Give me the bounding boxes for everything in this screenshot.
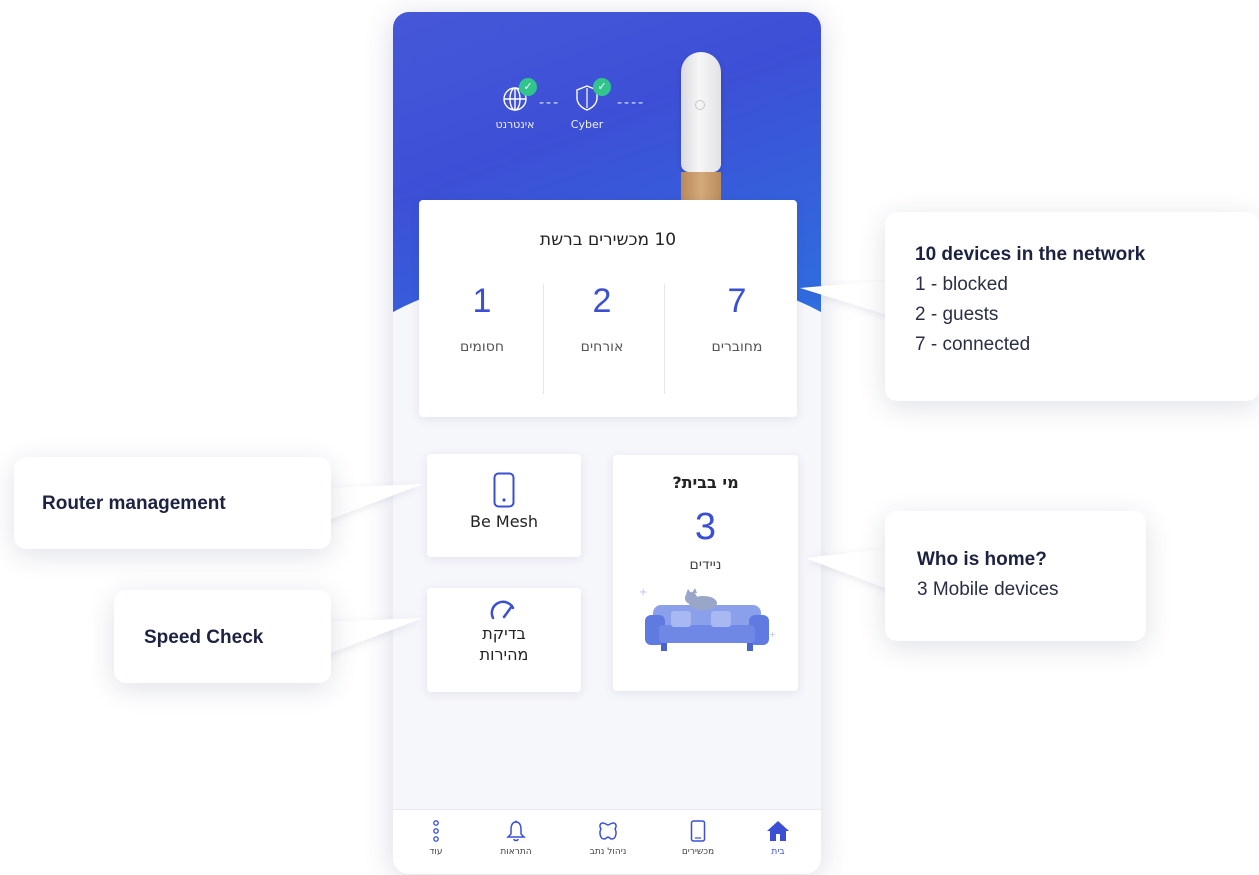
callout-network-line: 7 - connected	[915, 334, 1031, 355]
svg-text:+: +	[769, 630, 776, 639]
tab-more[interactable]: עוד	[401, 820, 471, 857]
callout-pointer	[318, 484, 423, 524]
guests-count: 2	[592, 282, 612, 320]
callout-speed-check: Speed Check	[114, 590, 331, 683]
connection-status: ✓ אינטרנט --- ✓ Cyber ----	[489, 78, 669, 154]
tab-home[interactable]: בית	[743, 820, 813, 857]
connector-dashes: ---	[539, 95, 561, 111]
callout-network-title: 10 devices in the network	[915, 244, 1146, 265]
router-icon	[599, 822, 617, 840]
callout-pointer	[805, 548, 890, 590]
mobile-label: ניידים	[689, 557, 722, 573]
callout-router-management: Router management	[14, 457, 331, 549]
stat-guests[interactable]: 2 אורחים	[542, 282, 662, 402]
svg-text:+: +	[639, 587, 647, 598]
phone-icon	[690, 820, 706, 842]
stat-connected[interactable]: 7 מחוברים	[677, 282, 797, 402]
check-icon: ✓	[519, 78, 537, 96]
callout-home-title: Who is home?	[917, 549, 1047, 570]
tab-router-label: ניהול נתב	[589, 847, 627, 857]
check-icon: ✓	[593, 78, 611, 96]
connector-dashes: ----	[617, 95, 646, 111]
speed-check-tile[interactable]: בדיקת מהירות	[427, 588, 581, 692]
tab-devices[interactable]: מכשירים	[663, 820, 733, 857]
internet-status[interactable]: ✓ אינטרנט	[489, 78, 541, 131]
speed-label-line2: מהירות	[479, 645, 529, 664]
divider	[543, 284, 544, 394]
callout-network-line: 2 - guests	[915, 304, 999, 325]
cyber-label: Cyber	[570, 118, 604, 131]
tab-more-label: עוד	[429, 847, 443, 857]
connected-label: מחוברים	[711, 339, 763, 355]
stat-blocked[interactable]: 1 חסומים	[422, 282, 542, 402]
tab-alerts-label: התראות	[500, 847, 532, 857]
blocked-label: חסומים	[460, 339, 504, 355]
phone-screen: ✓ אינטרנט --- ✓ Cyber ---- 10 מכשירים בר…	[393, 12, 821, 874]
who-is-home-tile[interactable]: מי בבית? 3 ניידים + +	[613, 455, 798, 691]
callout-router-title: Router management	[42, 493, 226, 514]
blocked-count: 1	[472, 282, 492, 320]
mobile-count: 3	[694, 506, 717, 548]
bell-icon	[506, 820, 526, 842]
cyber-status[interactable]: ✓ Cyber	[567, 78, 611, 131]
callout-speed-title: Speed Check	[144, 627, 264, 648]
who-home-title: מי בבית?	[672, 473, 739, 492]
devices-title: 10 מכשירים ברשת	[539, 230, 677, 250]
callout-who-is-home: Who is home? 3 Mobile devices	[885, 511, 1146, 641]
callout-network-devices: 10 devices in the network 1 - blocked 2 …	[885, 212, 1259, 401]
callout-pointer	[318, 618, 423, 658]
home-icon	[767, 821, 789, 841]
tab-devices-label: מכשירים	[681, 847, 715, 857]
guests-label: אורחים	[580, 339, 624, 355]
divider	[664, 284, 665, 394]
phone-icon	[493, 472, 515, 508]
speedometer-icon	[490, 600, 515, 620]
be-mesh-label: Be Mesh	[469, 512, 539, 531]
devices-summary-card[interactable]: 10 מכשירים ברשת 7 מחוברים 2 אורחים 1 חסו…	[419, 200, 797, 417]
bottom-tab-bar: בית מכשירים ניהול נתב התראות עוד	[393, 809, 821, 874]
be-mesh-tile[interactable]: Be Mesh	[427, 454, 581, 557]
callout-network-line: 1 - blocked	[915, 274, 1008, 295]
speed-label-line1: בדיקת	[482, 624, 526, 643]
callout-home-line: 3 Mobile devices	[917, 579, 1059, 600]
tab-router[interactable]: ניהול נתב	[573, 820, 643, 857]
router-device-image	[679, 52, 725, 207]
couch-cat-illustration: + +	[639, 587, 776, 651]
tab-home-label: בית	[771, 847, 785, 857]
tab-alerts[interactable]: התראות	[481, 820, 551, 857]
more-dots-icon	[433, 820, 439, 842]
internet-label: אינטרנט	[495, 118, 535, 131]
connected-count: 7	[727, 282, 747, 320]
